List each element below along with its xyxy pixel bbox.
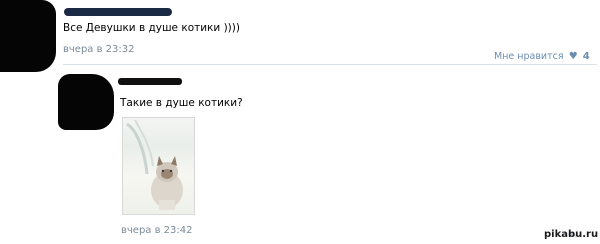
comment-text: Такие в душе котики? [120,97,243,109]
watermark: pikabu.ru [544,229,599,240]
comment-text: Все Девушки в душе котики )))) [63,22,240,34]
like-label: Мне нравится [494,51,564,62]
like-button[interactable]: Мне нравится ♥ 4 [494,44,590,63]
comment-timestamp[interactable]: вчера в 23:42 [121,225,193,236]
avatar-redacted [58,74,114,130]
attached-photo[interactable] [122,117,195,215]
cat-photo-image [126,119,183,210]
comment-divider [63,64,597,65]
author-name-redacted[interactable] [118,78,182,85]
comment-timestamp[interactable]: вчера в 23:32 [63,44,135,55]
heart-icon: ♥ [568,51,578,62]
like-count: 4 [582,51,590,62]
avatar-redacted [0,0,56,72]
author-name-redacted[interactable] [64,8,172,16]
